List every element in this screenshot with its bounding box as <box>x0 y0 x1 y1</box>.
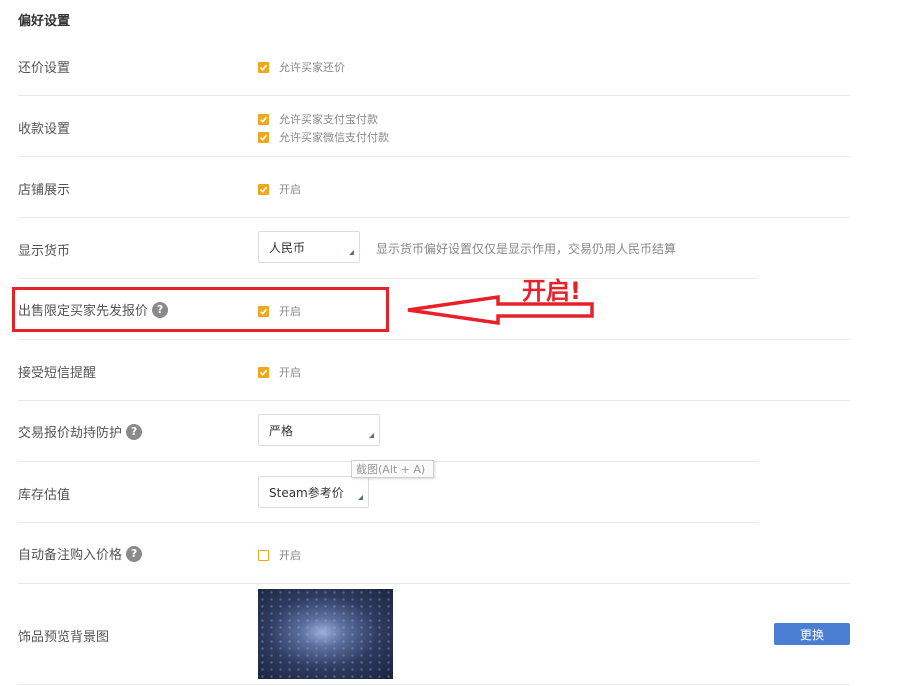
allow-wechat-label: 允许买家微信支付付款 <box>279 131 389 144</box>
help-icon[interactable]: ? <box>126 423 143 440</box>
hijack-protection-select-value: 严格 <box>269 423 294 438</box>
divider <box>18 339 850 340</box>
allow-alipay-checkbox[interactable]: 允许买家支付宝付款 <box>258 111 378 127</box>
currency-select[interactable]: 人民币 <box>258 231 360 263</box>
annotation-text: 开启! <box>522 277 581 305</box>
divider <box>18 278 758 279</box>
sms-reminder-option-label: 开启 <box>279 366 301 379</box>
currency-hint: 显示货币偏好设置仅仅是显示作用，交易仍用人民币结算 <box>376 242 677 256</box>
divider <box>18 156 850 157</box>
auto-note-price-text: 自动备注购入价格 <box>18 548 123 563</box>
hijack-protection-text: 交易报价劫持防护 <box>18 426 123 441</box>
shop-display-checkbox[interactable]: 开启 <box>258 181 301 197</box>
currency-select-value: 人民币 <box>269 240 306 255</box>
select-corner-icon <box>358 495 363 500</box>
allow-bargain-checkbox[interactable]: 允许买家还价 <box>258 59 345 75</box>
payment-setting-label: 收款设置 <box>18 122 71 137</box>
inventory-valuation-select-value: Steam参考价 <box>269 485 344 500</box>
preview-background-image <box>258 589 393 679</box>
help-icon[interactable]: ? <box>126 545 143 562</box>
auto-note-price-label: 自动备注购入价格 ? <box>18 544 143 563</box>
currency-label: 显示货币 <box>18 244 71 259</box>
allow-bargain-label: 允许买家还价 <box>279 61 345 74</box>
change-background-button[interactable]: 更换 <box>774 623 850 645</box>
highlight-box <box>12 287 389 332</box>
sms-reminder-label: 接受短信提醒 <box>18 366 97 381</box>
inventory-valuation-select[interactable]: Steam参考价 <box>258 476 369 508</box>
divider <box>18 400 850 401</box>
preview-background-label: 饰品预览背景图 <box>18 630 110 645</box>
shop-display-label: 店铺展示 <box>18 183 71 198</box>
divider <box>18 583 850 584</box>
section-title: 偏好设置 <box>18 14 71 29</box>
select-corner-icon <box>349 250 354 255</box>
divider <box>18 684 850 685</box>
inventory-valuation-label: 库存估值 <box>18 488 71 503</box>
auto-note-price-option-label: 开启 <box>279 549 301 562</box>
background-texture <box>258 589 393 679</box>
divider <box>18 522 758 523</box>
checkbox-checked-icon <box>258 131 269 143</box>
divider <box>18 217 850 218</box>
divider <box>18 95 850 96</box>
checkbox-unchecked-icon <box>258 549 269 561</box>
screenshot-tooltip: 截图(Alt + A) <box>351 460 434 478</box>
sms-reminder-checkbox[interactable]: 开启 <box>258 364 301 380</box>
hijack-protection-select[interactable]: 严格 <box>258 414 380 446</box>
bargain-setting-label: 还价设置 <box>18 61 71 76</box>
shop-display-option-label: 开启 <box>279 183 301 196</box>
allow-alipay-label: 允许买家支付宝付款 <box>279 113 378 126</box>
checkbox-checked-icon <box>258 113 269 125</box>
select-corner-icon <box>369 433 374 438</box>
allow-wechat-checkbox[interactable]: 允许买家微信支付付款 <box>258 129 389 145</box>
checkbox-checked-icon <box>258 366 269 378</box>
hijack-protection-label: 交易报价劫持防护 ? <box>18 422 143 441</box>
auto-note-price-checkbox[interactable]: 开启 <box>258 547 301 563</box>
checkbox-checked-icon <box>258 183 269 195</box>
checkbox-checked-icon <box>258 61 269 73</box>
